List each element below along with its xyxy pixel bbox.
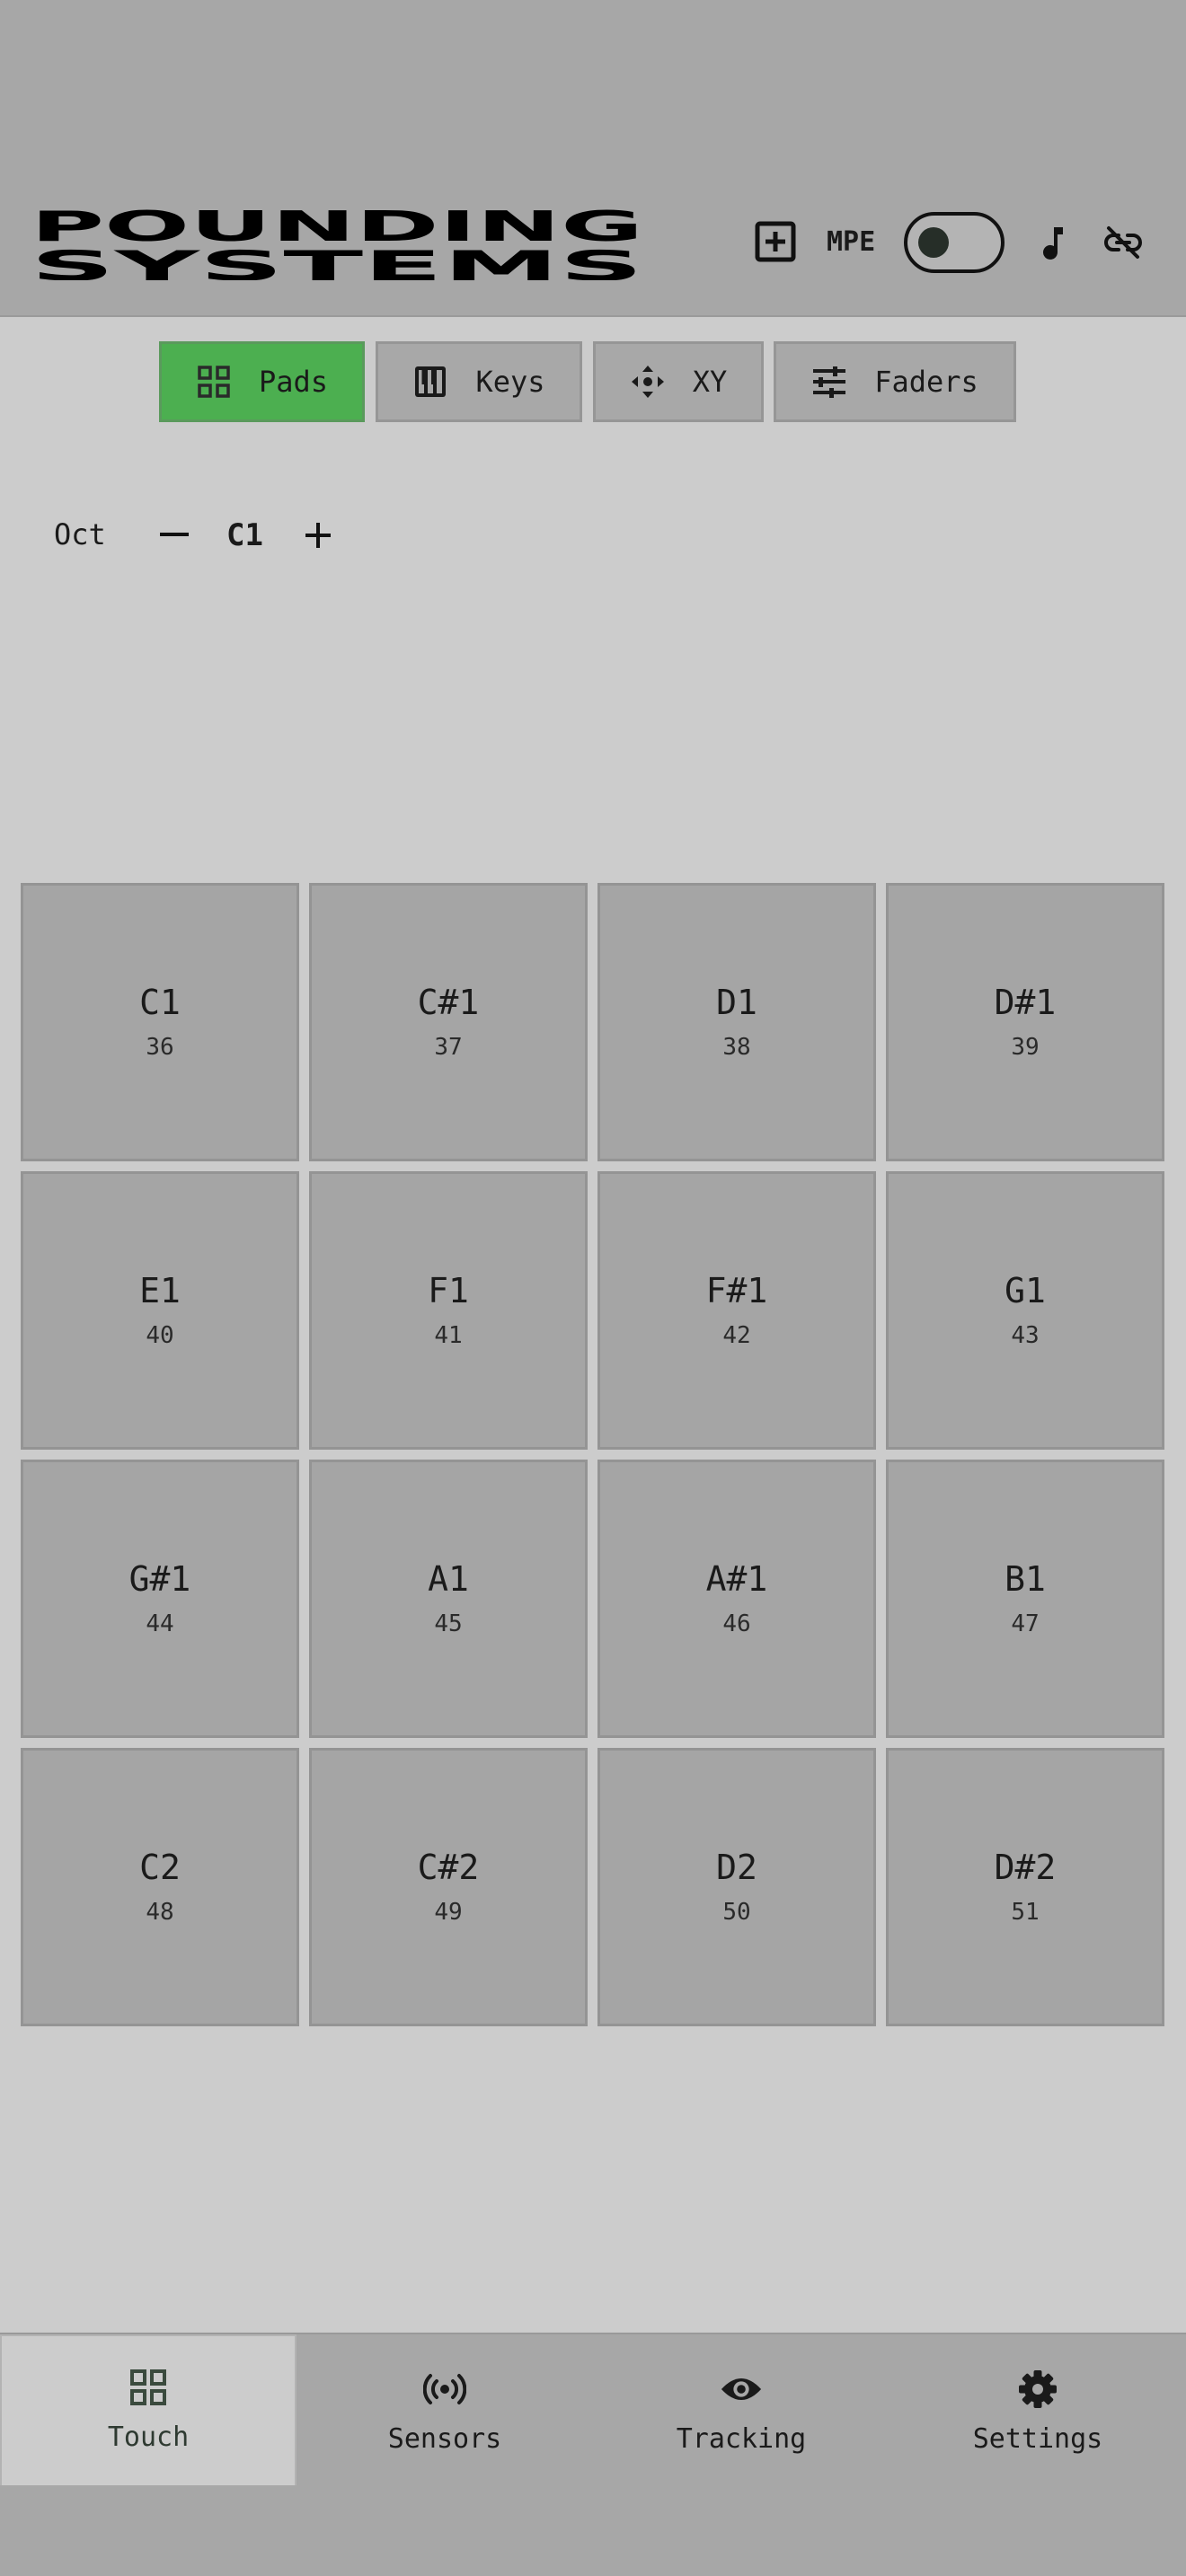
pad-number: 37 <box>434 1034 463 1061</box>
tab-faders[interactable]: Faders <box>774 341 1016 422</box>
pad-number: 41 <box>434 1322 463 1349</box>
octave-value: C1 <box>226 517 263 553</box>
pad-number: 49 <box>434 1899 463 1926</box>
pad-note: A1 <box>428 1559 469 1599</box>
pad-number: 46 <box>722 1610 751 1637</box>
pad-number: 43 <box>1011 1322 1040 1349</box>
octave-up-button[interactable] <box>300 510 336 560</box>
mode-tabs: Pads Keys XY Faders <box>0 341 1186 422</box>
pad-number: 51 <box>1011 1899 1040 1926</box>
pad[interactable]: D1 38 <box>597 883 876 1161</box>
pad-note: E1 <box>139 1271 181 1310</box>
link-off-icon[interactable] <box>1103 225 1143 260</box>
pad-note: G1 <box>1005 1271 1046 1310</box>
pad-number: 48 <box>146 1899 174 1926</box>
piano-icon <box>412 364 448 400</box>
tab-label: XY <box>692 365 728 399</box>
pad[interactable]: C#2 49 <box>309 1748 588 2026</box>
pad[interactable]: C1 36 <box>21 883 299 1161</box>
nav-label: Sensors <box>387 2422 502 2455</box>
mpe-label: MPE <box>827 226 876 258</box>
pad[interactable]: E1 40 <box>21 1171 299 1450</box>
pad-number: 38 <box>722 1034 751 1061</box>
pad-number: 39 <box>1011 1034 1040 1061</box>
sliders-icon <box>811 364 847 400</box>
pad-grid: C1 36 C#1 37 D1 38 D#1 39 E1 40 F1 41 F#1 42 G1… <box>21 883 1165 2026</box>
pad-number: 44 <box>146 1610 174 1637</box>
pad-note: D1 <box>716 983 757 1022</box>
tab-keys[interactable]: Keys <box>376 341 582 422</box>
tab-xy[interactable]: XY <box>593 341 764 422</box>
pad[interactable]: A1 45 <box>309 1460 588 1738</box>
pad-note: C2 <box>139 1848 181 1887</box>
pad-note: D2 <box>716 1848 757 1887</box>
pad[interactable]: F1 41 <box>309 1171 588 1450</box>
pad[interactable]: D#2 51 <box>886 1748 1164 2026</box>
pad[interactable]: C2 48 <box>21 1748 299 2026</box>
pad-number: 36 <box>146 1034 174 1061</box>
move-arrows-icon <box>630 364 666 400</box>
eye-icon <box>720 2368 763 2411</box>
pad[interactable]: C#1 37 <box>309 883 588 1161</box>
pad-number: 40 <box>146 1322 174 1349</box>
tab-pads[interactable]: Pads <box>159 341 365 422</box>
system-bar <box>0 2485 1186 2576</box>
sensors-icon <box>423 2368 466 2411</box>
nav-label: Settings <box>972 2422 1103 2455</box>
tab-label: Keys <box>475 365 545 399</box>
octave-control: Oct C1 <box>0 510 449 560</box>
pad-number: 50 <box>722 1899 751 1926</box>
logo-line-2: SYSTEMS <box>31 242 643 280</box>
pad-note: C#2 <box>417 1848 480 1887</box>
pad[interactable]: F#1 42 <box>597 1171 876 1450</box>
pad-note: F#1 <box>705 1271 768 1310</box>
pad-number: 42 <box>722 1322 751 1349</box>
pad[interactable]: G#1 44 <box>21 1460 299 1738</box>
pad-note: C1 <box>139 983 181 1022</box>
pad[interactable]: G1 43 <box>886 1171 1164 1450</box>
pad-number: 47 <box>1011 1610 1040 1637</box>
octave-down-button[interactable] <box>158 510 190 560</box>
nav-sensors[interactable]: Sensors <box>296 2334 593 2487</box>
music-note-icon[interactable] <box>1037 223 1069 262</box>
nav-label: Tracking <box>676 2422 807 2455</box>
tab-label: Pads <box>258 365 329 399</box>
pad-note: D#1 <box>994 983 1057 1022</box>
pad[interactable]: A#1 46 <box>597 1460 876 1738</box>
pad-note: G#1 <box>128 1559 191 1599</box>
pad-note: F1 <box>428 1271 469 1310</box>
gear-icon <box>1016 2368 1059 2411</box>
pad-note: C#1 <box>417 983 480 1022</box>
pad-note: D#2 <box>994 1848 1057 1887</box>
mpe-toggle[interactable] <box>904 212 1005 273</box>
tab-label: Faders <box>874 365 978 399</box>
bottom-nav: Touch Sensors Tracking Settings <box>0 2333 1186 2487</box>
add-box-icon[interactable] <box>753 219 798 264</box>
pad[interactable]: B1 47 <box>886 1460 1164 1738</box>
nav-label: Touch <box>107 2421 190 2453</box>
toggle-knob <box>918 227 949 258</box>
grid-icon <box>196 364 232 400</box>
nav-settings[interactable]: Settings <box>890 2334 1186 2487</box>
nav-tracking[interactable]: Tracking <box>593 2334 890 2487</box>
grid-icon <box>127 2366 170 2409</box>
pounding-systems-logo: POUNDING SYSTEMS <box>31 203 643 280</box>
pad-number: 45 <box>434 1610 463 1637</box>
pad[interactable]: D#1 39 <box>886 883 1164 1161</box>
pad[interactable]: D2 50 <box>597 1748 876 2026</box>
octave-label: Oct <box>54 517 106 551</box>
nav-touch[interactable]: Touch <box>0 2334 296 2487</box>
pad-note: A#1 <box>705 1559 768 1599</box>
app-header: POUNDING SYSTEMS MPE <box>0 0 1186 317</box>
pad-note: B1 <box>1005 1559 1046 1599</box>
